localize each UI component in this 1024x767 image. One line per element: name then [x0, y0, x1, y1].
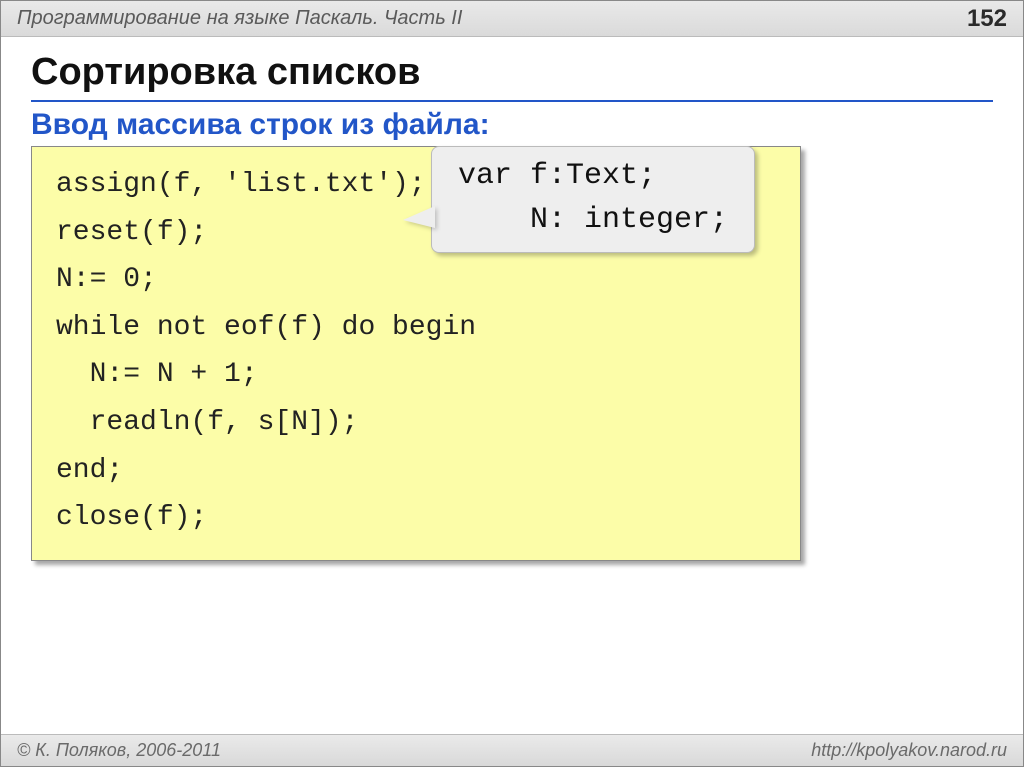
section-subtitle: Ввод массива строк из файла:: [31, 108, 993, 142]
callout-line: N: integer;: [458, 203, 728, 237]
code-line: N:= N + 1;: [56, 359, 258, 390]
slide: Программирование на языке Паскаль. Часть…: [0, 0, 1024, 767]
callout-box: var f:Text; N: integer;: [431, 146, 755, 253]
copyright-text: © К. Поляков, 2006-2011: [17, 740, 221, 761]
code-area: assign(f, 'list.txt'); reset(f); N:= 0; …: [31, 146, 993, 561]
top-bar: Программирование на языке Паскаль. Часть…: [1, 1, 1023, 37]
content-area: Сортировка списков Ввод массива строк из…: [1, 37, 1023, 561]
callout-line: var f:Text;: [458, 159, 656, 193]
code-line: assign(f, 'list.txt');: [56, 169, 426, 200]
code-line: readln(f, s[N]);: [56, 407, 358, 438]
page-number: 152: [967, 5, 1007, 33]
code-line: end;: [56, 455, 123, 486]
page-title: Сортировка списков: [31, 47, 993, 102]
code-line: while not eof(f) do begin: [56, 312, 476, 343]
code-line: N:= 0;: [56, 264, 157, 295]
code-line: reset(f);: [56, 217, 207, 248]
footer-bar: © К. Поляков, 2006-2011 http://kpolyakov…: [1, 734, 1023, 766]
callout-pointer-icon: [403, 206, 435, 228]
footer-url: http://kpolyakov.narod.ru: [811, 740, 1007, 761]
doc-title: Программирование на языке Паскаль. Часть…: [17, 7, 462, 30]
callout: var f:Text; N: integer;: [431, 146, 755, 253]
code-line: close(f);: [56, 502, 207, 533]
